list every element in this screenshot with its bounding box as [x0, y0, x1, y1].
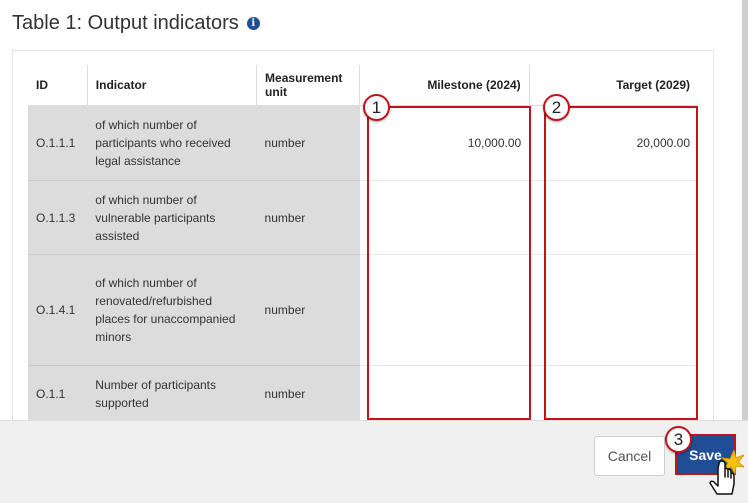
cell-indicator: of which number of vulnerable participan…	[87, 180, 257, 255]
cell-unit: number	[256, 105, 360, 181]
header-indicator: Indicator	[86, 65, 257, 106]
callout-badge-3: 3	[665, 426, 692, 453]
header-measurement-unit: Measurement unit	[256, 65, 360, 106]
info-icon[interactable]: i	[246, 17, 260, 30]
cell-unit: number	[256, 365, 360, 423]
cell-indicator: of which number of participants who rece…	[87, 105, 257, 181]
target-column-highlight	[544, 106, 698, 420]
callout-badge-1: 1	[363, 94, 390, 121]
table-header-row: ID Indicator Measurement unit Milestone …	[28, 65, 698, 106]
milestone-column-highlight	[367, 106, 531, 420]
scrollbar[interactable]	[742, 0, 748, 420]
cell-unit: number	[256, 180, 360, 255]
page-title-text: Table 1: Output indicators	[12, 12, 239, 34]
cell-id: O.1.1.3	[28, 180, 88, 255]
cell-id: O.1.4.1	[28, 254, 88, 366]
header-id: ID	[28, 65, 88, 106]
callout-badge-2: 2	[543, 94, 570, 121]
cancel-button[interactable]: Cancel	[594, 436, 665, 476]
cell-indicator: Number of participants supported	[87, 365, 257, 423]
cell-unit: number	[256, 254, 360, 366]
page-title: Table 1: Output indicators i	[12, 12, 260, 35]
cell-id: O.1.1	[28, 365, 88, 423]
cell-indicator: of which number of renovated/refurbished…	[87, 254, 257, 366]
hand-pointer-icon	[709, 450, 744, 495]
cell-id: O.1.1.1	[28, 105, 88, 181]
